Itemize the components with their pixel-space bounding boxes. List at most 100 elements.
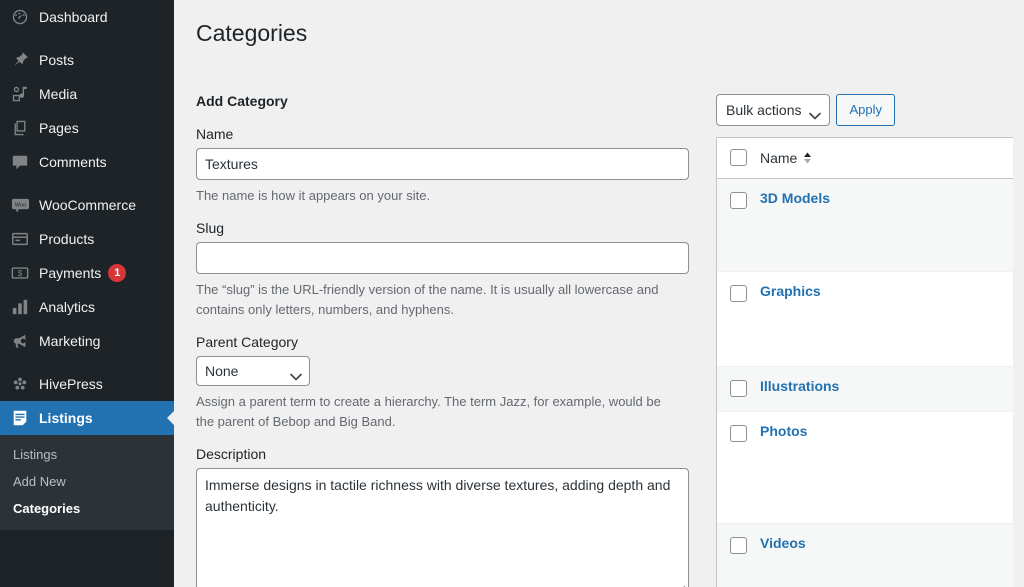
page-title: Categories [196,19,1024,49]
category-name-link[interactable]: Illustrations [760,378,839,394]
row-name-cell: Photos [760,412,1013,439]
sidebar-item-listings[interactable]: Listings [0,401,174,435]
payments-icon: $ [10,263,30,283]
slug-help: The “slug” is the URL-friendly version o… [196,280,681,319]
sidebar-subitem-add-new[interactable]: Add New [0,468,174,495]
parent-category-value: None [205,363,238,379]
table-row[interactable]: 3D Models [717,179,1013,272]
parent-category-label: Parent Category [196,334,688,350]
field-description: Description [196,446,688,587]
row-checkbox[interactable] [730,537,747,554]
name-label: Name [196,126,688,142]
select-all-checkbox[interactable] [730,149,747,166]
slug-label: Slug [196,220,688,236]
sidebar-item-analytics[interactable]: Analytics [0,290,174,324]
name-help: The name is how it appears on your site. [196,186,681,206]
field-slug: Slug The “slug” is the URL-friendly vers… [196,220,688,319]
listings-icon [10,408,30,428]
description-wrapper [196,468,689,587]
row-name-cell: Graphics [760,272,1013,299]
sidebar-item-pages[interactable]: Pages [0,111,174,145]
categories-list-panel: Bulk actions Apply Name [716,93,1015,587]
sidebar-item-label: HivePress [39,376,103,392]
header-cell-name: Name [760,150,1013,166]
pages-icon [10,118,30,138]
analytics-icon [10,297,30,317]
dashboard-icon [10,7,30,27]
row-checkbox[interactable] [730,380,747,397]
name-input[interactable] [196,148,689,180]
table-row[interactable]: Videos [717,524,1013,587]
bulk-actions-select[interactable]: Bulk actions [716,94,830,126]
sidebar-item-products[interactable]: Products [0,222,174,256]
description-label: Description [196,446,688,462]
woocommerce-icon: Woo [10,195,30,215]
sidebar-item-posts[interactable]: Posts [0,43,174,77]
table-row[interactable]: Illustrations [717,367,1013,412]
notification-badge: 1 [108,264,126,282]
sidebar-item-label: Posts [39,52,74,68]
sidebar-item-label: Comments [39,154,107,170]
row-select-cell [717,179,760,209]
categories-table: Name 3D ModelsGraphicsIllustrationsPh [716,137,1013,587]
main-content: Categories Add Category Name The name is… [174,0,1024,587]
sidebar-item-label: Products [39,231,94,247]
row-checkbox[interactable] [730,425,747,442]
row-name-cell: Videos [760,524,1013,551]
sidebar-item-label: Listings [39,410,93,426]
form-heading: Add Category [196,93,688,109]
pin-icon [10,50,30,70]
parent-category-select[interactable]: None [196,356,310,386]
column-header-label: Name [760,150,797,166]
sidebar-item-label: Media [39,86,77,102]
category-name-link[interactable]: Videos [760,535,806,551]
table-row[interactable]: Photos [717,412,1013,524]
row-checkbox[interactable] [730,192,747,209]
row-name-cell: Illustrations [760,367,1013,394]
slug-input[interactable] [196,242,689,274]
table-nav-top: Bulk actions Apply [716,93,1015,126]
table-row[interactable]: Graphics [717,272,1013,367]
sidebar-item-woocommerce[interactable]: Woo WooCommerce [0,188,174,222]
sidebar-item-label: WooCommerce [39,197,136,213]
category-name-link[interactable]: Photos [760,423,807,439]
wordpress-admin-screen: Dashboard Posts Media Pages Comments Woo WooCo… [0,0,1024,587]
sidebar-submenu: ListingsAdd NewCategories [0,435,174,530]
svg-text:Woo: Woo [14,202,26,208]
marketing-icon [10,331,30,351]
chevron-down-icon [290,368,302,384]
parent-category-help: Assign a parent term to create a hierarc… [196,392,681,431]
sidebar-subitem-categories[interactable]: Categories [0,495,174,522]
row-checkbox[interactable] [730,285,747,302]
admin-sidebar: Dashboard Posts Media Pages Comments Woo WooCo… [0,0,174,587]
table-header-row: Name [717,138,1013,179]
sidebar-item-label: Dashboard [39,9,108,25]
sidebar-subitem-listings[interactable]: Listings [0,441,174,468]
sidebar-item-marketing[interactable]: Marketing [0,324,174,358]
sidebar-item-hivepress[interactable]: HivePress [0,367,174,401]
sidebar-item-dashboard[interactable]: Dashboard [0,0,174,34]
sidebar-item-comments[interactable]: Comments [0,145,174,179]
bulk-actions-value: Bulk actions [726,102,801,118]
sidebar-item-payments[interactable]: $Payments1 [0,256,174,290]
select-all-cell [717,149,760,166]
category-name-link[interactable]: 3D Models [760,190,830,206]
sort-indicator-icon [803,152,812,164]
category-name-link[interactable]: Graphics [760,283,821,299]
svg-text:$: $ [18,269,23,278]
row-select-cell [717,524,760,554]
products-icon [10,229,30,249]
description-textarea[interactable] [196,468,689,587]
sidebar-item-label: Marketing [39,333,100,349]
comment-icon [10,152,30,172]
row-select-cell [717,367,760,397]
add-category-form: Add Category Name The name is how it app… [196,93,708,587]
apply-button[interactable]: Apply [836,94,895,126]
hivepress-icon [10,374,30,394]
sidebar-item-media[interactable]: Media [0,77,174,111]
field-parent-category: Parent Category None Assign a parent ter… [196,334,688,431]
media-icon [10,84,30,104]
chevron-down-icon [809,107,821,123]
sort-by-name-link[interactable]: Name [760,150,812,166]
sidebar-item-label: Analytics [39,299,95,315]
